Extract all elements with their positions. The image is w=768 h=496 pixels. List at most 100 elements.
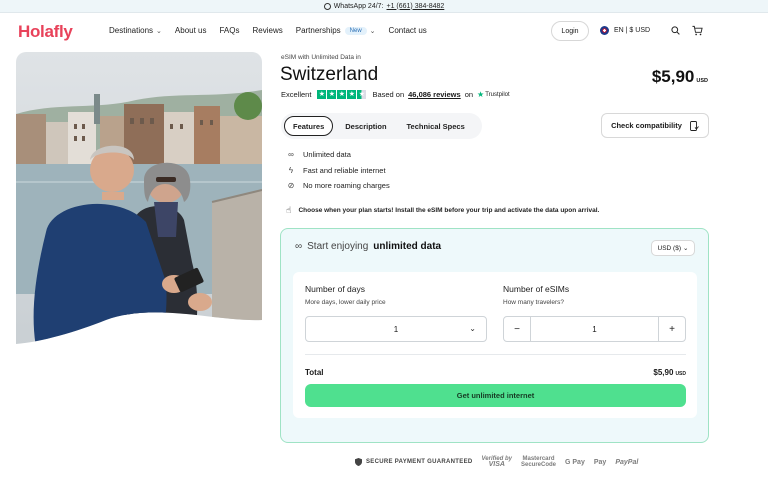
payment-methods: SECURE PAYMENT GUARANTEED Verified by VI… (355, 456, 638, 468)
apple-pay-logo: Pay (594, 459, 606, 466)
plan-heading-bold: unlimited data (373, 241, 442, 252)
main-nav: Destinations ⌄ About us FAQs Reviews Par… (109, 26, 440, 35)
plan-options-card: Number of days More days, lower daily pr… (293, 272, 697, 418)
feature-label: Fast and reliable internet (303, 165, 386, 175)
nav-contact-us-label: Contact us (388, 26, 427, 35)
star-icon: ★ (347, 90, 357, 99)
price-value: $5,90 (651, 67, 695, 86)
activation-note: ☝ Choose when your plan starts! Install … (286, 205, 599, 216)
product-eyebrow: eSIM with Unlimited Data in (281, 54, 361, 61)
check-compatibility-button[interactable]: Check compatibility (601, 113, 709, 138)
product-price: $5,90 USD (652, 67, 708, 87)
infinity-icon: ∞ (288, 150, 294, 160)
locale-label: EN | $ USD (614, 27, 651, 34)
nav-about-us[interactable]: About us (175, 26, 207, 35)
nav-partnerships[interactable]: Partnerships New ⌄ (296, 26, 376, 35)
feature-label: No more roaming charges (303, 181, 390, 191)
plan-heading: ∞ Start enjoying unlimited data (295, 241, 441, 252)
trustpilot-star-icon: ★ (477, 90, 485, 99)
verified-by-visa-logo: Verified by VISA (482, 456, 512, 468)
no-roaming-icon: ⊘ (287, 181, 295, 191)
nav-destinations[interactable]: Destinations ⌄ (109, 26, 162, 35)
divider (305, 354, 686, 355)
hero-photo (16, 52, 262, 347)
nav-reviews-label: Reviews (252, 26, 283, 35)
decrement-button[interactable]: − (504, 317, 531, 341)
total-value: $5,90 USD (653, 368, 686, 377)
google-pay-logo: G Pay (565, 458, 585, 466)
on-label: on (464, 90, 474, 99)
reviews-link[interactable]: 46,086 reviews (408, 90, 461, 99)
rating-word: Excellent (281, 90, 312, 99)
chevron-down-icon: ⌄ (369, 27, 376, 35)
chevron-down-icon: ⌄ (683, 245, 689, 252)
days-help: More days, lower daily price (305, 299, 386, 306)
holafly-logo[interactable]: Holafly (18, 22, 73, 42)
based-on-label: Based on (372, 90, 405, 99)
shield-icon (355, 458, 362, 466)
whatsapp-icon (323, 2, 331, 10)
search-icon[interactable] (671, 26, 680, 35)
secure-payment: SECURE PAYMENT GUARANTEED (355, 458, 473, 466)
days-value: 1 (393, 324, 399, 334)
apple-pay-label: Pay (593, 458, 607, 466)
site-header: Holafly Destinations ⌄ About us FAQs Rev… (0, 14, 768, 50)
cart-icon[interactable] (692, 25, 703, 36)
visa-label: VISA (488, 461, 505, 468)
currency-select[interactable]: USD ($) ⌄ (651, 240, 695, 256)
esims-help: How many travelers? (503, 299, 565, 306)
star-icon: ★ (337, 90, 347, 99)
half-star-icon: ★ (357, 90, 367, 99)
trustpilot-label: Trustpilot (485, 91, 510, 98)
days-label: Number of days (305, 284, 365, 294)
calendar-hand-icon: ☝ (286, 205, 292, 215)
nav-destinations-label: Destinations (109, 26, 154, 35)
secure-payment-label: SECURE PAYMENT GUARANTEED (366, 459, 473, 465)
plan-configurator: ∞ Start enjoying unlimited data USD ($) … (280, 228, 709, 443)
lightning-icon: ϟ (288, 165, 294, 175)
check-compatibility-label: Check compatibility (611, 121, 682, 130)
paypal-logo: PayPal (615, 458, 639, 466)
feature-item: ϟ Fast and reliable internet (286, 163, 390, 179)
days-select[interactable]: 1 ⌄ (305, 316, 487, 342)
plan-heading-prefix: Start enjoying (307, 241, 369, 252)
currency-select-value: USD ($) (657, 244, 682, 252)
nav-reviews[interactable]: Reviews (253, 26, 283, 35)
nav-contact-us[interactable]: Contact us (389, 26, 427, 35)
new-badge: New (344, 26, 367, 35)
increment-button[interactable]: + (658, 317, 685, 341)
rating-stars: ★ ★ ★ ★ ★ (317, 90, 367, 99)
infinity-icon: ∞ (295, 241, 303, 252)
tab-technical-specs[interactable]: Technical Specs (399, 116, 473, 136)
nav-partnerships-label: Partnerships (295, 26, 341, 35)
get-unlimited-internet-button[interactable]: Get unlimited internet (305, 384, 686, 407)
login-button[interactable]: Login (551, 21, 589, 41)
product-tabs: Features Description Technical Specs (281, 113, 482, 139)
top-contact-bar: WhatsApp 24/7: +1 (661) 384-8482 (0, 0, 768, 13)
trustpilot-rating: Excellent ★ ★ ★ ★ ★ Based on 46,086 revi… (281, 90, 510, 99)
total-currency: USD (675, 371, 686, 377)
star-icon: ★ (327, 90, 337, 99)
star-icon: ★ (317, 90, 327, 99)
trustpilot-logo: ★ Trustpilot (477, 90, 510, 99)
feature-item: ∞ Unlimited data (286, 147, 390, 163)
price-currency: USD (696, 78, 708, 84)
total-amount: $5,90 (653, 368, 674, 377)
uk-flag-icon (600, 26, 609, 35)
nav-faqs-label: FAQs (219, 26, 240, 35)
whatsapp-phone-link[interactable]: +1 (661) 384-8482 (387, 3, 445, 10)
nav-about-us-label: About us (174, 26, 207, 35)
nav-faqs[interactable]: FAQs (219, 26, 239, 35)
feature-label: Unlimited data (303, 150, 351, 160)
chevron-down-icon: ⌄ (156, 27, 162, 35)
activation-note-text: Choose when your plan starts! Install th… (298, 207, 600, 214)
esims-value: 1 (592, 324, 597, 334)
tab-description[interactable]: Description (337, 116, 394, 136)
page-title: Switzerland (280, 64, 379, 85)
feature-list: ∞ Unlimited data ϟ Fast and reliable int… (286, 147, 390, 194)
phone-check-icon (689, 120, 699, 131)
locale-selector[interactable]: EN | $ USD (600, 26, 650, 35)
tab-features[interactable]: Features (284, 116, 334, 136)
total-label: Total (305, 368, 324, 377)
chevron-down-icon: ⌄ (469, 324, 476, 333)
